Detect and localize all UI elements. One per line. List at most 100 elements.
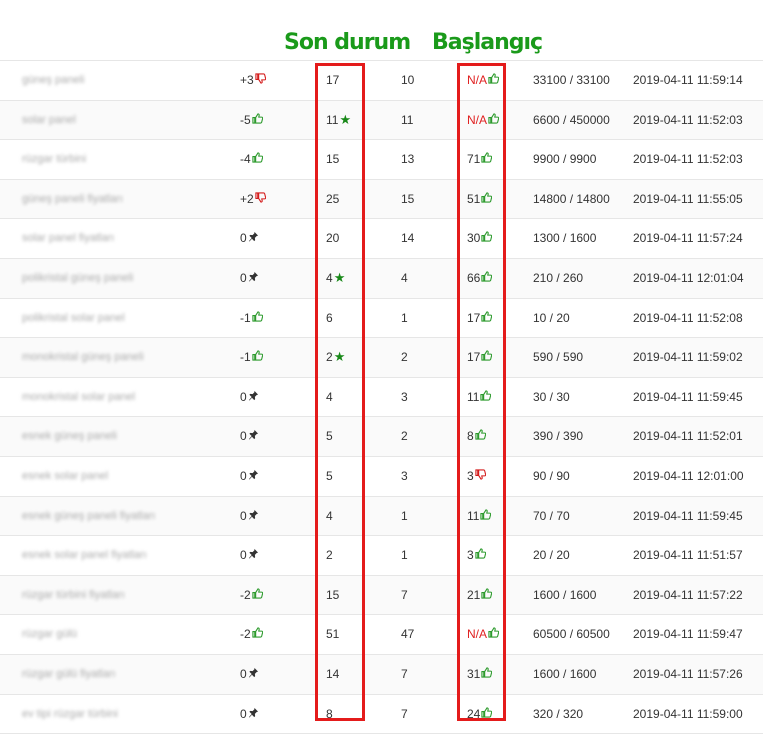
current-rank-cell-text: 4 — [326, 390, 333, 404]
volume-cell-text: 1600 / 1600 — [533, 667, 596, 681]
date-cell: 2019-04-11 11:59:02 — [633, 338, 743, 376]
date-cell-text: 2019-04-11 12:01:00 — [633, 469, 744, 483]
current-rank-cell: 25 — [326, 180, 339, 218]
start-rank-cell: 31 — [467, 655, 492, 694]
start-rank-cell-text: 24 — [467, 707, 480, 721]
previous-rank-cell: 15 — [401, 180, 414, 218]
volume-cell: 1600 / 1600 — [533, 576, 596, 614]
date-cell-text: 2019-04-11 11:59:45 — [633, 390, 743, 404]
previous-rank-cell: 7 — [401, 655, 408, 693]
start-rank-cell: 11 — [467, 497, 491, 536]
thumbs-up-icon — [481, 181, 492, 219]
start-rank-cell-text: 3 — [467, 469, 474, 483]
thumbs-up-icon — [488, 102, 499, 140]
current-rank-cell: 51 — [326, 615, 339, 653]
current-rank-cell: 14 — [326, 655, 339, 693]
thumbs-up-icon — [488, 62, 499, 100]
volume-cell: 6600 / 450000 — [533, 101, 610, 139]
thumbs-up-icon — [252, 339, 263, 377]
date-cell-text: 2019-04-11 11:59:14 — [633, 73, 743, 87]
volume-cell: 10 / 20 — [533, 299, 570, 337]
start-rank-cell: 24 — [467, 695, 492, 734]
current-rank-cell-text: 14 — [326, 667, 339, 681]
previous-rank-cell: 2 — [401, 417, 408, 455]
current-rank-cell-text: 4 — [326, 271, 333, 285]
volume-cell: 33100 / 33100 — [533, 61, 610, 99]
change-cell-text: 0 — [240, 429, 247, 443]
date-cell: 2019-04-11 11:52:01 — [633, 417, 743, 455]
previous-rank-cell-text: 13 — [401, 152, 414, 166]
change-cell-text: -5 — [240, 113, 251, 127]
current-rank-cell: 6 — [326, 299, 333, 337]
current-rank-cell-text: 51 — [326, 627, 339, 641]
table-row: rüzgar türbini-41513719900 / 99002019-04… — [0, 140, 763, 180]
start-rank-cell: 17 — [467, 299, 492, 338]
table-row: monokristal güneş paneli-12★217590 / 590… — [0, 338, 763, 378]
change-cell-text: 0 — [240, 469, 247, 483]
table-row: esnek güneş paneli0528390 / 3902019-04-1… — [0, 417, 763, 457]
current-rank-cell-text: 11 — [326, 113, 338, 127]
pin-icon — [248, 378, 259, 416]
current-rank-cell-text: 2 — [326, 350, 333, 364]
change-cell: -1 — [240, 338, 263, 377]
current-rank-cell: 2★ — [326, 338, 345, 376]
keyword-cell: esnek güneş paneli fiyatları — [22, 497, 155, 535]
previous-rank-cell: 1 — [401, 299, 408, 337]
thumbs-up-icon — [252, 577, 263, 615]
previous-rank-cell: 47 — [401, 615, 414, 653]
thumbs-up-icon — [481, 300, 492, 338]
thumbs-up-icon — [480, 379, 491, 417]
change-cell-text: +3 — [240, 73, 254, 87]
table-row: polikristal güneş paneli04★466210 / 2602… — [0, 259, 763, 299]
start-rank-cell: 17 — [467, 338, 492, 377]
previous-rank-cell: 1 — [401, 497, 408, 535]
previous-rank-cell: 13 — [401, 140, 414, 178]
table-row: solar panel-511★11N/A6600 / 4500002019-0… — [0, 101, 763, 141]
change-cell: 0 — [240, 219, 259, 257]
ranking-table: güneş paneli+31710N/A33100 / 331002019-0… — [0, 60, 763, 734]
keyword-cell: rüzgar türbini — [22, 140, 86, 178]
previous-rank-cell: 7 — [401, 695, 408, 733]
keyword-cell: polikristal güneş paneli — [22, 259, 133, 297]
previous-rank-cell-text: 11 — [401, 113, 413, 127]
current-rank-cell: 15 — [326, 140, 339, 178]
volume-cell-text: 70 / 70 — [533, 509, 570, 523]
start-rank-cell: 51 — [467, 180, 492, 219]
change-cell: -5 — [240, 101, 263, 140]
pin-icon — [248, 417, 259, 455]
previous-rank-cell-text: 14 — [401, 231, 414, 245]
date-cell: 2019-04-11 11:57:26 — [633, 655, 743, 693]
volume-cell: 30 / 30 — [533, 378, 570, 416]
keyword-cell-text: esnek güneş paneli fiyatları — [22, 510, 155, 522]
keyword-cell-text: solar panel — [22, 114, 76, 126]
previous-rank-cell-text: 7 — [401, 667, 408, 681]
current-rank-cell-text: 25 — [326, 192, 339, 206]
volume-cell-text: 1300 / 1600 — [533, 231, 596, 245]
previous-rank-cell-text: 47 — [401, 627, 414, 641]
thumbs-up-icon — [480, 498, 491, 536]
volume-cell: 60500 / 60500 — [533, 615, 610, 653]
change-cell: 0 — [240, 655, 259, 693]
change-cell-text: -1 — [240, 311, 251, 325]
thumbs-up-icon — [475, 418, 486, 456]
date-cell: 2019-04-11 11:59:47 — [633, 615, 743, 653]
current-rank-cell-text: 15 — [326, 152, 339, 166]
keyword-cell-text: esnek solar panel fiyatları — [22, 549, 147, 561]
previous-rank-cell: 11 — [401, 101, 413, 139]
volume-cell-text: 210 / 260 — [533, 271, 583, 285]
change-cell-text: -2 — [240, 627, 251, 641]
previous-rank-cell: 1 — [401, 536, 408, 574]
volume-cell-text: 320 / 320 — [533, 707, 583, 721]
change-cell: +2 — [240, 180, 266, 219]
keyword-cell-text: güneş paneli fiyatları — [22, 193, 123, 205]
change-cell-text: -2 — [240, 588, 251, 602]
date-cell: 2019-04-11 11:57:22 — [633, 576, 743, 614]
change-cell: -4 — [240, 140, 263, 179]
volume-cell: 20 / 20 — [533, 536, 570, 574]
previous-rank-cell-text: 4 — [401, 271, 408, 285]
date-cell: 2019-04-11 11:59:00 — [633, 695, 743, 733]
thumbs-up-icon — [475, 537, 486, 575]
change-cell-text: -1 — [240, 350, 251, 364]
pin-icon — [248, 497, 259, 535]
start-rank-cell: N/A — [467, 61, 499, 100]
